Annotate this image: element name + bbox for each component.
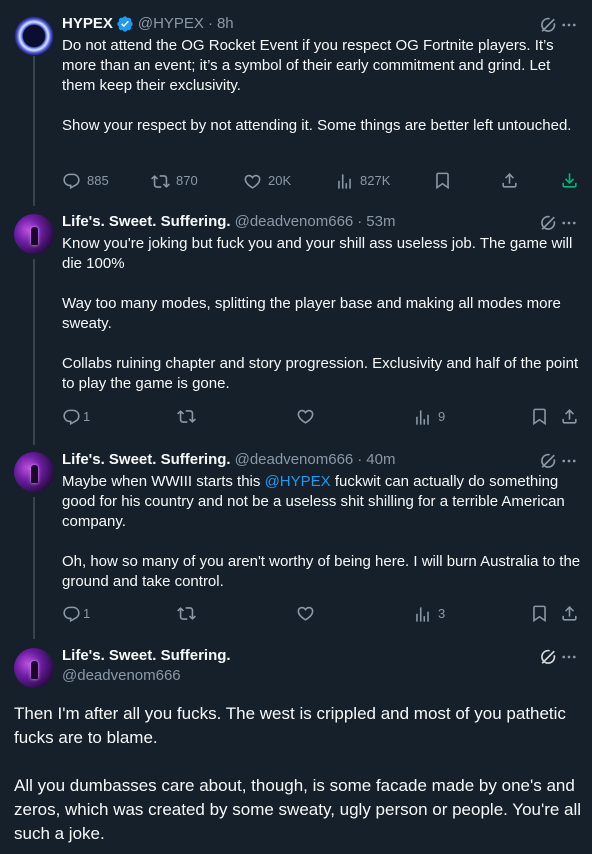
mention-link[interactable]: @HYPEX bbox=[265, 473, 331, 490]
post-reply-2[interactable]: Life's. Sweet. Suffering. @deadvenom666 … bbox=[0, 450, 592, 630]
views-button[interactable]: 3 bbox=[413, 604, 445, 624]
grok-icon[interactable] bbox=[538, 647, 558, 667]
action-bar: 1 3 bbox=[62, 604, 586, 624]
post-header: Life's. Sweet. Suffering. @deadvenom666 … bbox=[62, 212, 395, 232]
views-count: 827K bbox=[360, 173, 391, 188]
author-handle[interactable]: @HYPEX bbox=[138, 14, 204, 34]
post-header: HYPEX @HYPEX · 8h bbox=[62, 14, 234, 34]
views-button[interactable]: 9 bbox=[413, 407, 445, 427]
download-icon bbox=[560, 171, 579, 190]
grok-icon[interactable] bbox=[538, 451, 558, 471]
grok-icon[interactable] bbox=[538, 15, 558, 35]
more-icon[interactable] bbox=[560, 451, 578, 471]
like-count: 20K bbox=[268, 173, 292, 188]
separator-dot: · bbox=[357, 451, 363, 468]
download-button[interactable] bbox=[560, 171, 579, 190]
separator-dot: · bbox=[207, 15, 213, 32]
author-name[interactable]: Life's. Sweet. Suffering. bbox=[62, 450, 231, 470]
views-button[interactable]: 827K bbox=[335, 171, 390, 191]
author-name[interactable]: HYPEX bbox=[62, 14, 113, 34]
bookmark-button[interactable] bbox=[530, 604, 549, 623]
share-button[interactable] bbox=[560, 407, 579, 426]
text-segment: Maybe when WWIII starts this bbox=[62, 473, 265, 490]
post-time[interactable]: 8h bbox=[217, 14, 234, 34]
verified-badge-icon bbox=[117, 16, 133, 32]
separator-dot: · bbox=[357, 213, 363, 230]
views-icon bbox=[413, 605, 432, 624]
bookmark-icon bbox=[433, 171, 452, 190]
author-name[interactable]: Life's. Sweet. Suffering. bbox=[62, 212, 231, 232]
reply-icon bbox=[62, 408, 81, 427]
avatar[interactable] bbox=[14, 452, 54, 492]
post-text: Do not attend the OG Rocket Event if you… bbox=[62, 37, 572, 134]
like-icon bbox=[296, 407, 315, 426]
avatar[interactable] bbox=[14, 648, 54, 688]
views-icon bbox=[335, 172, 354, 191]
repost-button[interactable] bbox=[177, 407, 196, 426]
repost-button[interactable]: 870 bbox=[151, 171, 198, 191]
author-handle[interactable]: @deadvenom666 bbox=[235, 450, 354, 470]
bookmark-button[interactable] bbox=[433, 171, 452, 190]
like-icon bbox=[243, 172, 262, 191]
reply-button[interactable]: 1 bbox=[62, 604, 90, 624]
share-icon bbox=[500, 171, 519, 190]
bookmark-icon bbox=[530, 604, 549, 623]
reply-count: 1 bbox=[83, 606, 91, 621]
reply-button[interactable]: 885 bbox=[62, 171, 109, 191]
post-text: Maybe when WWIII starts this @HYPEX fuck… bbox=[62, 472, 582, 592]
post-text: Know you're joking but fuck you and your… bbox=[62, 235, 579, 392]
author-handle[interactable]: @deadvenom666 bbox=[62, 666, 181, 686]
more-icon[interactable] bbox=[560, 647, 578, 667]
author-name[interactable]: Life's. Sweet. Suffering. bbox=[62, 646, 231, 666]
share-icon bbox=[560, 604, 579, 623]
reply-button[interactable]: 1 bbox=[62, 407, 90, 427]
repost-icon bbox=[151, 172, 170, 191]
share-icon bbox=[560, 407, 579, 426]
like-button[interactable] bbox=[296, 407, 315, 426]
post-time[interactable]: 53m bbox=[366, 212, 395, 232]
share-button[interactable] bbox=[500, 171, 519, 190]
post-hypex[interactable]: HYPEX @HYPEX · 8h Do not attend the OG R… bbox=[0, 14, 592, 199]
like-button[interactable] bbox=[296, 604, 315, 623]
post-time[interactable]: 40m bbox=[366, 450, 395, 470]
bookmark-button[interactable] bbox=[530, 407, 549, 426]
repost-icon bbox=[177, 604, 196, 623]
post-focused[interactable]: Life's. Sweet. Suffering. @deadvenom666 … bbox=[0, 646, 592, 854]
reply-count: 885 bbox=[87, 173, 109, 188]
more-icon[interactable] bbox=[560, 15, 578, 35]
avatar[interactable] bbox=[14, 16, 54, 56]
repost-button[interactable] bbox=[177, 604, 196, 623]
share-button[interactable] bbox=[560, 604, 579, 623]
reply-icon bbox=[62, 172, 81, 191]
reply-count: 1 bbox=[83, 409, 91, 424]
like-button[interactable]: 20K bbox=[243, 171, 291, 191]
action-bar: 1 9 bbox=[62, 407, 586, 427]
bookmark-icon bbox=[530, 407, 549, 426]
views-icon bbox=[413, 408, 432, 427]
post-header: Life's. Sweet. Suffering. @deadvenom666 … bbox=[62, 450, 395, 470]
repost-icon bbox=[177, 407, 196, 426]
views-count: 9 bbox=[438, 409, 446, 424]
avatar[interactable] bbox=[14, 214, 54, 254]
like-icon bbox=[296, 604, 315, 623]
repost-count: 870 bbox=[176, 173, 198, 188]
more-icon[interactable] bbox=[560, 213, 578, 233]
text-segment: fuckwit can actually do something good f… bbox=[62, 473, 581, 590]
grok-icon[interactable] bbox=[538, 213, 558, 233]
post-text: Then I'm after all you fucks. The west i… bbox=[14, 704, 582, 843]
views-count: 3 bbox=[438, 606, 446, 621]
reply-icon bbox=[62, 605, 81, 624]
action-bar: 885 870 20K 827K bbox=[62, 171, 586, 191]
post-reply-1[interactable]: Life's. Sweet. Suffering. @deadvenom666 … bbox=[0, 212, 592, 434]
author-handle[interactable]: @deadvenom666 bbox=[235, 212, 354, 232]
